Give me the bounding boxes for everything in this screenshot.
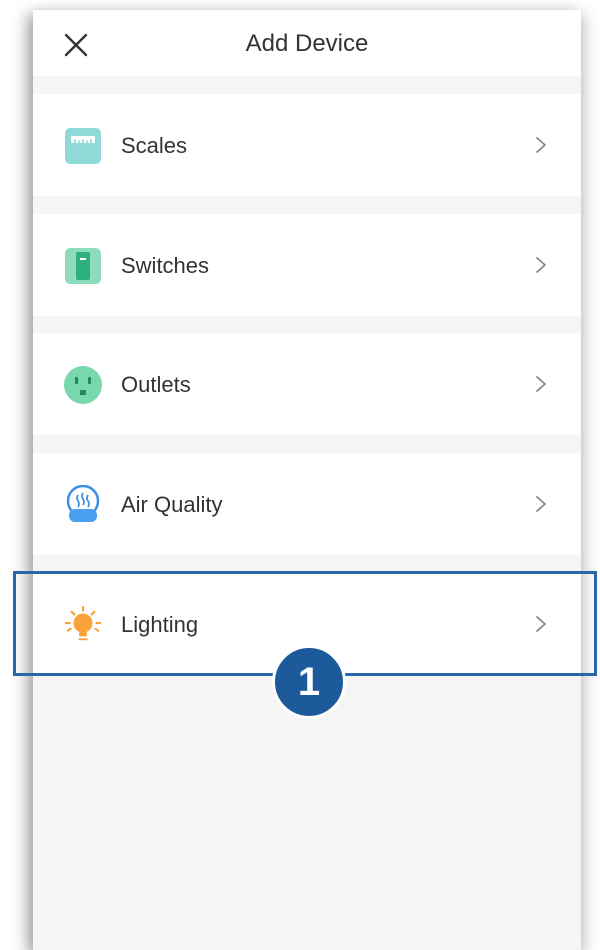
device-category-label: Lighting bbox=[121, 612, 199, 637]
device-category-label: Scales bbox=[121, 133, 188, 158]
device-category-switches[interactable]: Switches bbox=[33, 214, 581, 316]
device-category-air-quality[interactable]: Air Quality bbox=[33, 453, 581, 555]
page-title: Add Device bbox=[245, 30, 369, 57]
header: Add Device bbox=[33, 10, 581, 76]
light-bulb-icon bbox=[63, 605, 103, 645]
switch-icon bbox=[63, 246, 103, 286]
chevron-right-icon bbox=[536, 257, 546, 273]
chevron-right-icon bbox=[536, 137, 546, 153]
device-category-label: Air Quality bbox=[121, 492, 223, 517]
chevron-right-icon bbox=[536, 376, 546, 392]
device-category-label: Switches bbox=[121, 253, 210, 278]
app-screen: Add Device Scales Switches Outlets Air Q… bbox=[33, 10, 581, 950]
chevron-right-icon bbox=[536, 616, 546, 632]
chevron-right-icon bbox=[536, 496, 546, 512]
device-category-label: Outlets bbox=[121, 372, 191, 397]
device-category-outlets[interactable]: Outlets bbox=[33, 333, 581, 435]
scale-icon bbox=[63, 126, 103, 166]
step-number-badge: 1 bbox=[272, 645, 346, 719]
device-category-scales[interactable]: Scales bbox=[33, 94, 581, 196]
screen: Add Device Scales Switches Outlets Air Q… bbox=[0, 0, 600, 950]
outlet-icon bbox=[63, 365, 103, 405]
air-purifier-icon bbox=[63, 485, 103, 525]
